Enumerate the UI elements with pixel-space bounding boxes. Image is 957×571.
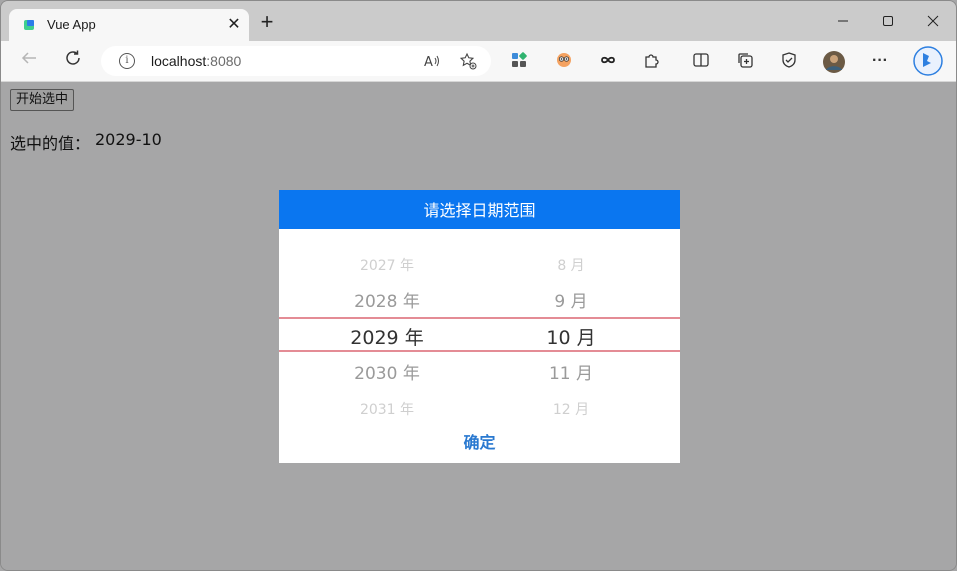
- apps-icon[interactable]: [509, 51, 529, 71]
- favorite-star-icon[interactable]: [459, 52, 477, 70]
- infinity-icon[interactable]: [598, 51, 618, 71]
- new-tab-button[interactable]: +: [257, 11, 277, 33]
- page-content: 开始选中 选中的值： 2029-10 请选择日期范围 2027 年 2028 年…: [1, 82, 956, 570]
- date-range-picker: 请选择日期范围 2027 年 2028 年 2029 年 2030 年 2031…: [279, 190, 680, 463]
- minimize-icon[interactable]: [832, 11, 854, 33]
- copilot-icon[interactable]: [913, 46, 943, 76]
- tab-vue-app[interactable]: Vue App ✕: [9, 9, 249, 41]
- start-select-button[interactable]: 开始选中: [10, 89, 75, 111]
- year-column[interactable]: 2027 年 2028 年 2029 年 2030 年 2031 年: [312, 248, 462, 428]
- month-column[interactable]: 8 月 9 月 10 月 11 月 12 月: [496, 248, 646, 428]
- month-option-selected[interactable]: 10 月: [496, 320, 646, 356]
- year-option[interactable]: 2031 年: [312, 392, 462, 428]
- address-bar[interactable]: i localhost:8080 A: [101, 46, 491, 76]
- split-screen-icon[interactable]: [691, 51, 711, 71]
- selected-value: 2029-10: [95, 130, 162, 149]
- browser-toolbar: i localhost:8080 A ···: [1, 41, 956, 82]
- extension-face-icon[interactable]: [554, 51, 574, 71]
- url-text[interactable]: localhost:8080: [151, 53, 241, 69]
- collections-icon[interactable]: [735, 51, 755, 71]
- year-option[interactable]: 2030 年: [312, 356, 462, 392]
- close-window-icon[interactable]: [922, 11, 944, 33]
- vue-favicon-icon: [24, 20, 34, 30]
- extensions-puzzle-icon[interactable]: [642, 51, 662, 71]
- site-info-icon[interactable]: i: [119, 53, 135, 69]
- tab-bar: Vue App ✕ +: [1, 1, 956, 41]
- svg-text:A: A: [424, 55, 433, 70]
- month-option[interactable]: 9 月: [496, 284, 646, 320]
- read-aloud-icon[interactable]: A: [423, 52, 441, 70]
- month-option[interactable]: 11 月: [496, 356, 646, 392]
- refresh-icon[interactable]: [61, 49, 85, 73]
- year-option[interactable]: 2028 年: [312, 284, 462, 320]
- browser-window: Vue App ✕ + i localhost:8080 A ··· 开始选中 …: [0, 0, 957, 571]
- year-option-selected[interactable]: 2029 年: [312, 320, 462, 356]
- selected-value-label: 选中的值：: [10, 134, 91, 153]
- profile-avatar[interactable]: [823, 51, 845, 73]
- more-options-icon[interactable]: ···: [870, 51, 890, 71]
- browser-essentials-icon[interactable]: [779, 51, 799, 71]
- confirm-button[interactable]: 确定: [279, 428, 680, 458]
- maximize-icon[interactable]: [877, 11, 899, 33]
- month-option[interactable]: 8 月: [496, 248, 646, 284]
- back-arrow-icon[interactable]: [17, 49, 41, 73]
- picker-title: 请选择日期范围: [279, 190, 680, 229]
- tab-title: Vue App: [47, 17, 96, 32]
- year-option[interactable]: 2027 年: [312, 248, 462, 284]
- month-option[interactable]: 12 月: [496, 392, 646, 428]
- close-tab-icon[interactable]: ✕: [224, 15, 244, 35]
